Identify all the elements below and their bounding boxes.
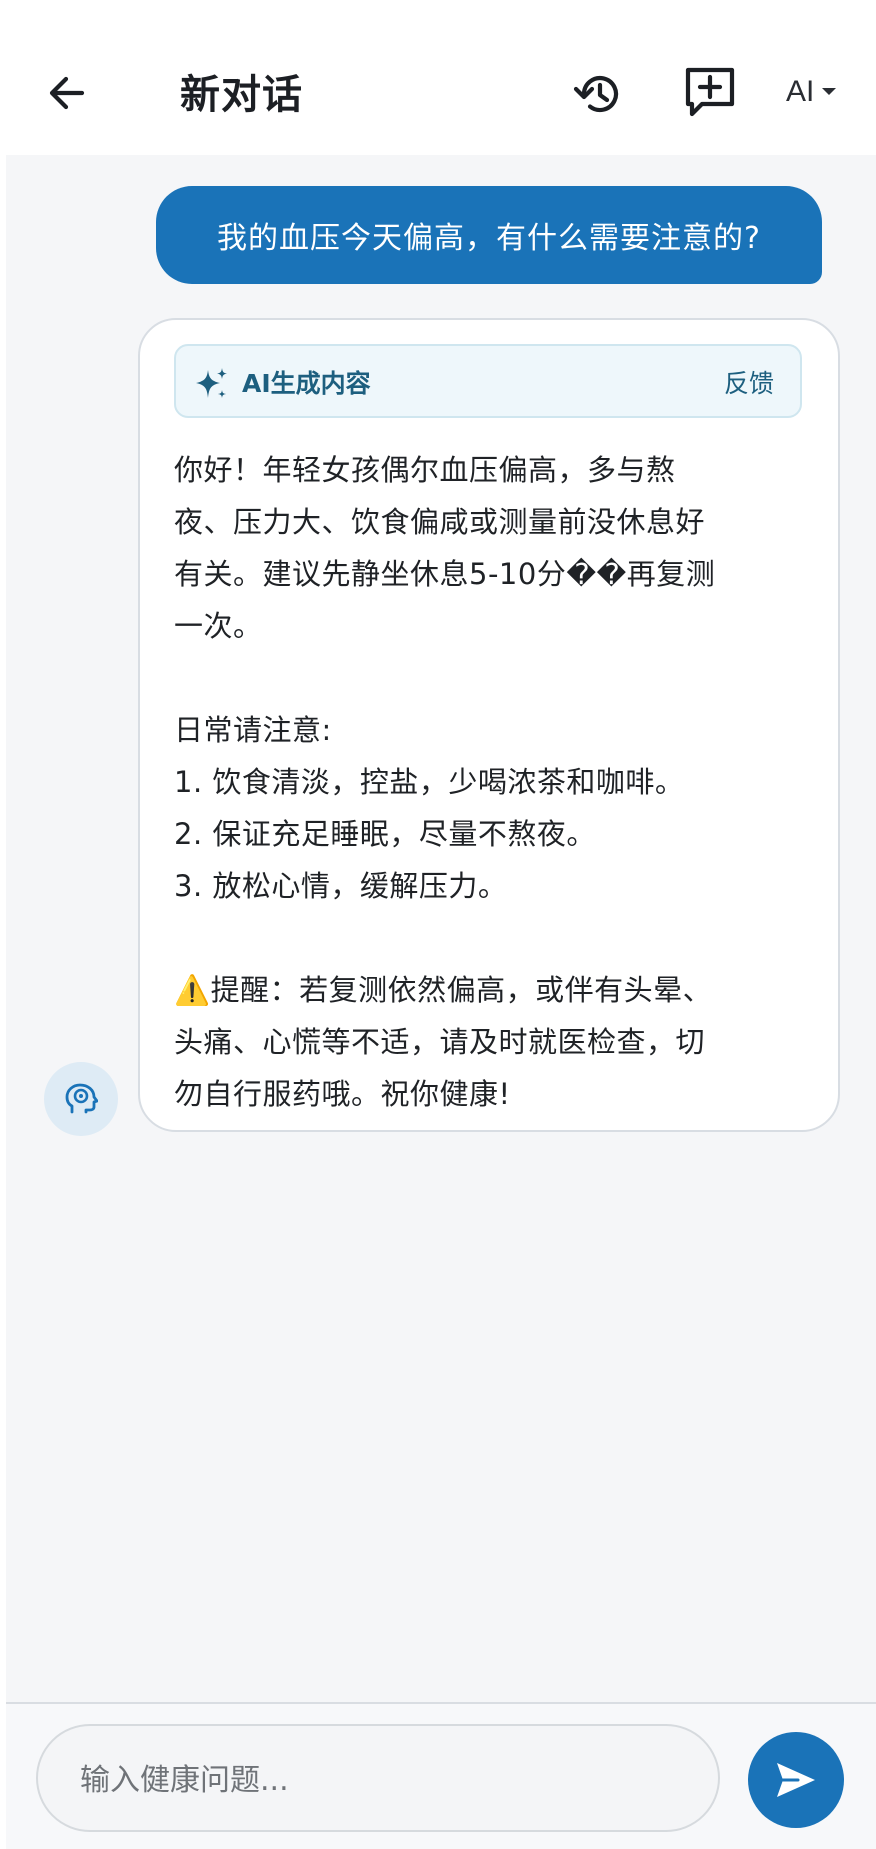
caret-down-icon [822, 88, 837, 95]
response-line: 一次。 [174, 609, 263, 643]
message-input-container[interactable] [36, 1724, 720, 1832]
response-line: 有关。建议先静坐休息5-10分��再复测 [174, 557, 716, 591]
user-message-bubble: 我的血压今天偏高，有什么需要注意的? [156, 186, 822, 284]
new-chat-icon [685, 67, 735, 117]
back-arrow-icon [49, 76, 85, 110]
top-bar: 新对话 AI [6, 0, 876, 155]
left-edge [0, 0, 6, 1849]
sparkle-icon [196, 368, 227, 398]
list-item: 1. 饮食清淡，控盐，少喝浓茶和咖啡。 [174, 765, 685, 799]
feedback-link[interactable]: 反馈 [724, 364, 774, 400]
back-button[interactable] [46, 68, 106, 118]
page-title: 新对话 [180, 72, 303, 118]
list-title: 日常请注意: [174, 713, 332, 747]
list-item: 2. 保证充足睡眠，尽量不熬夜。 [174, 817, 596, 851]
model-selector[interactable]: AI [786, 72, 838, 112]
ai-generated-label: AI生成内容 [242, 369, 371, 398]
history-button[interactable] [568, 64, 628, 124]
send-button[interactable] [748, 1732, 844, 1828]
reminder-line: ⚠️提醒：若复测依然偏高，或伴有头晕、 [174, 973, 713, 1007]
new-chat-button[interactable] [682, 64, 738, 120]
history-icon [573, 75, 619, 113]
model-label: AI [786, 75, 815, 108]
health-brain-icon [65, 1083, 98, 1114]
ai-response-text: 你好！年轻女孩偶尔血压偏高，多与熬 夜、压力大、饮食偏咸或测量前没休息好 有关。… [174, 444, 810, 1120]
list-item: 3. 放松心情，缓解压力。 [174, 869, 508, 903]
send-icon [777, 1763, 815, 1797]
response-line: 夜、压力大、饮食偏咸或测量前没休息好 [174, 505, 706, 539]
response-line: 你好！年轻女孩偶尔血压偏高，多与熬 [174, 453, 676, 487]
bot-avatar [44, 1062, 118, 1136]
message-input[interactable] [78, 1754, 682, 1806]
ai-response-card: AI生成内容 反馈 你好！年轻女孩偶尔血压偏高，多与熬 夜、压力大、饮食偏咸或测… [138, 318, 840, 1132]
ai-generated-banner: AI生成内容 反馈 [174, 344, 802, 418]
reminder-line: 勿自行服药哦。祝你健康! [174, 1077, 511, 1111]
user-message-text: 我的血压今天偏高，有什么需要注意的? [217, 221, 761, 256]
reminder-line: 头痛、心慌等不适，请及时就医检查，切 [174, 1025, 706, 1059]
